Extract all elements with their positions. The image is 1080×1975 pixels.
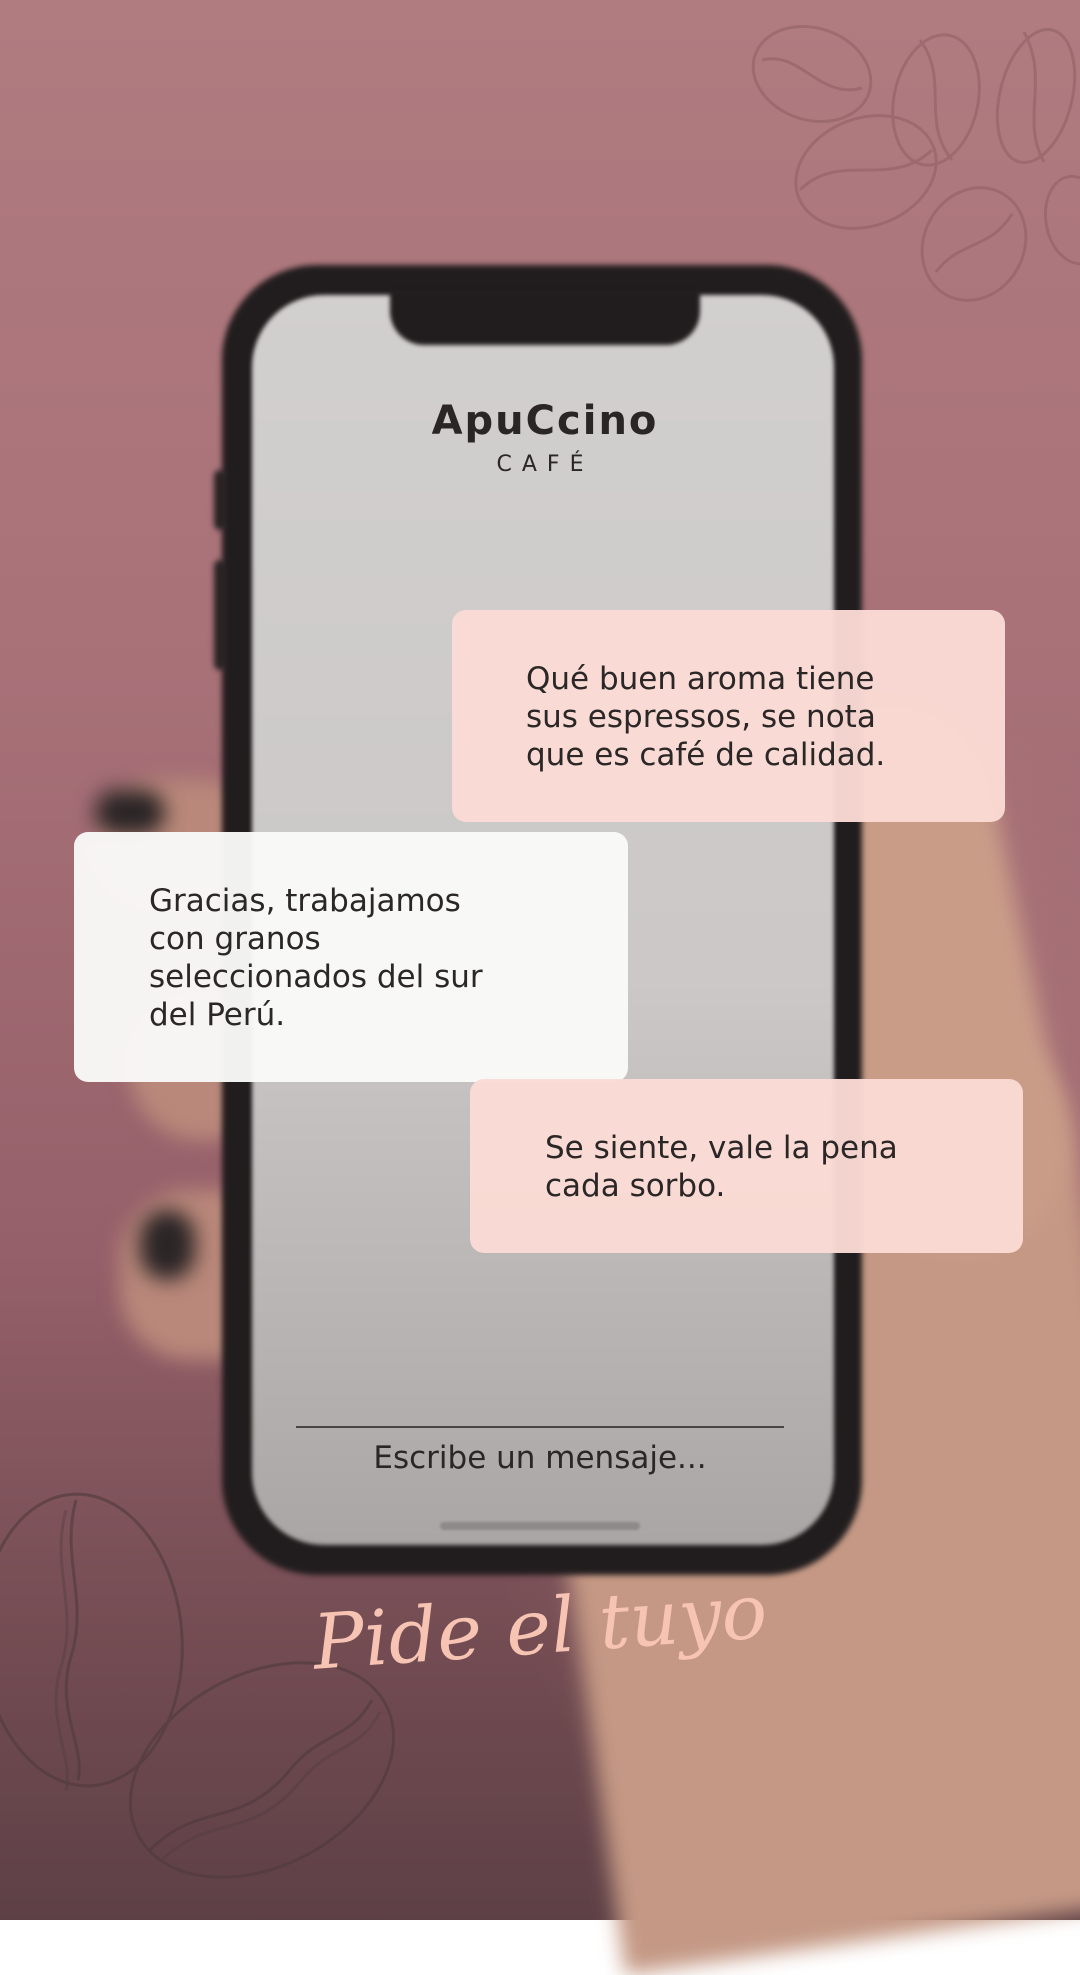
message-bubble-customer: Se siente, vale la pena cada sorbo. (470, 1079, 1023, 1253)
brand-subtitle: CAFÉ (496, 452, 594, 477)
fingernail (95, 790, 165, 835)
home-indicator (440, 1522, 640, 1530)
message-input-underline (296, 1426, 784, 1428)
fingernail (140, 1210, 195, 1280)
message-bubble-cafe: Gracias, trabajamos con granos seleccion… (74, 832, 628, 1082)
brand-name: ApuCcino (431, 398, 659, 444)
coffee-bean-icon (0, 1492, 184, 1791)
coffee-bean-icon (1043, 174, 1080, 266)
message-bubble-customer: Qué buen aroma tiene sus espressos, se n… (452, 610, 1005, 822)
coffee-bean-icon (920, 186, 1028, 302)
message-text: Gracias, trabajamos con granos seleccion… (149, 883, 483, 1033)
phone-notch (390, 290, 700, 345)
coffee-beans-bottom-illustration (0, 1492, 396, 1879)
message-text: Se siente, vale la pena cada sorbo. (545, 1130, 898, 1204)
coffee-beans-top-illustration (751, 24, 1080, 302)
message-text: Qué buen aroma tiene sus espressos, se n… (526, 661, 886, 773)
coffee-bean-icon (995, 27, 1077, 165)
